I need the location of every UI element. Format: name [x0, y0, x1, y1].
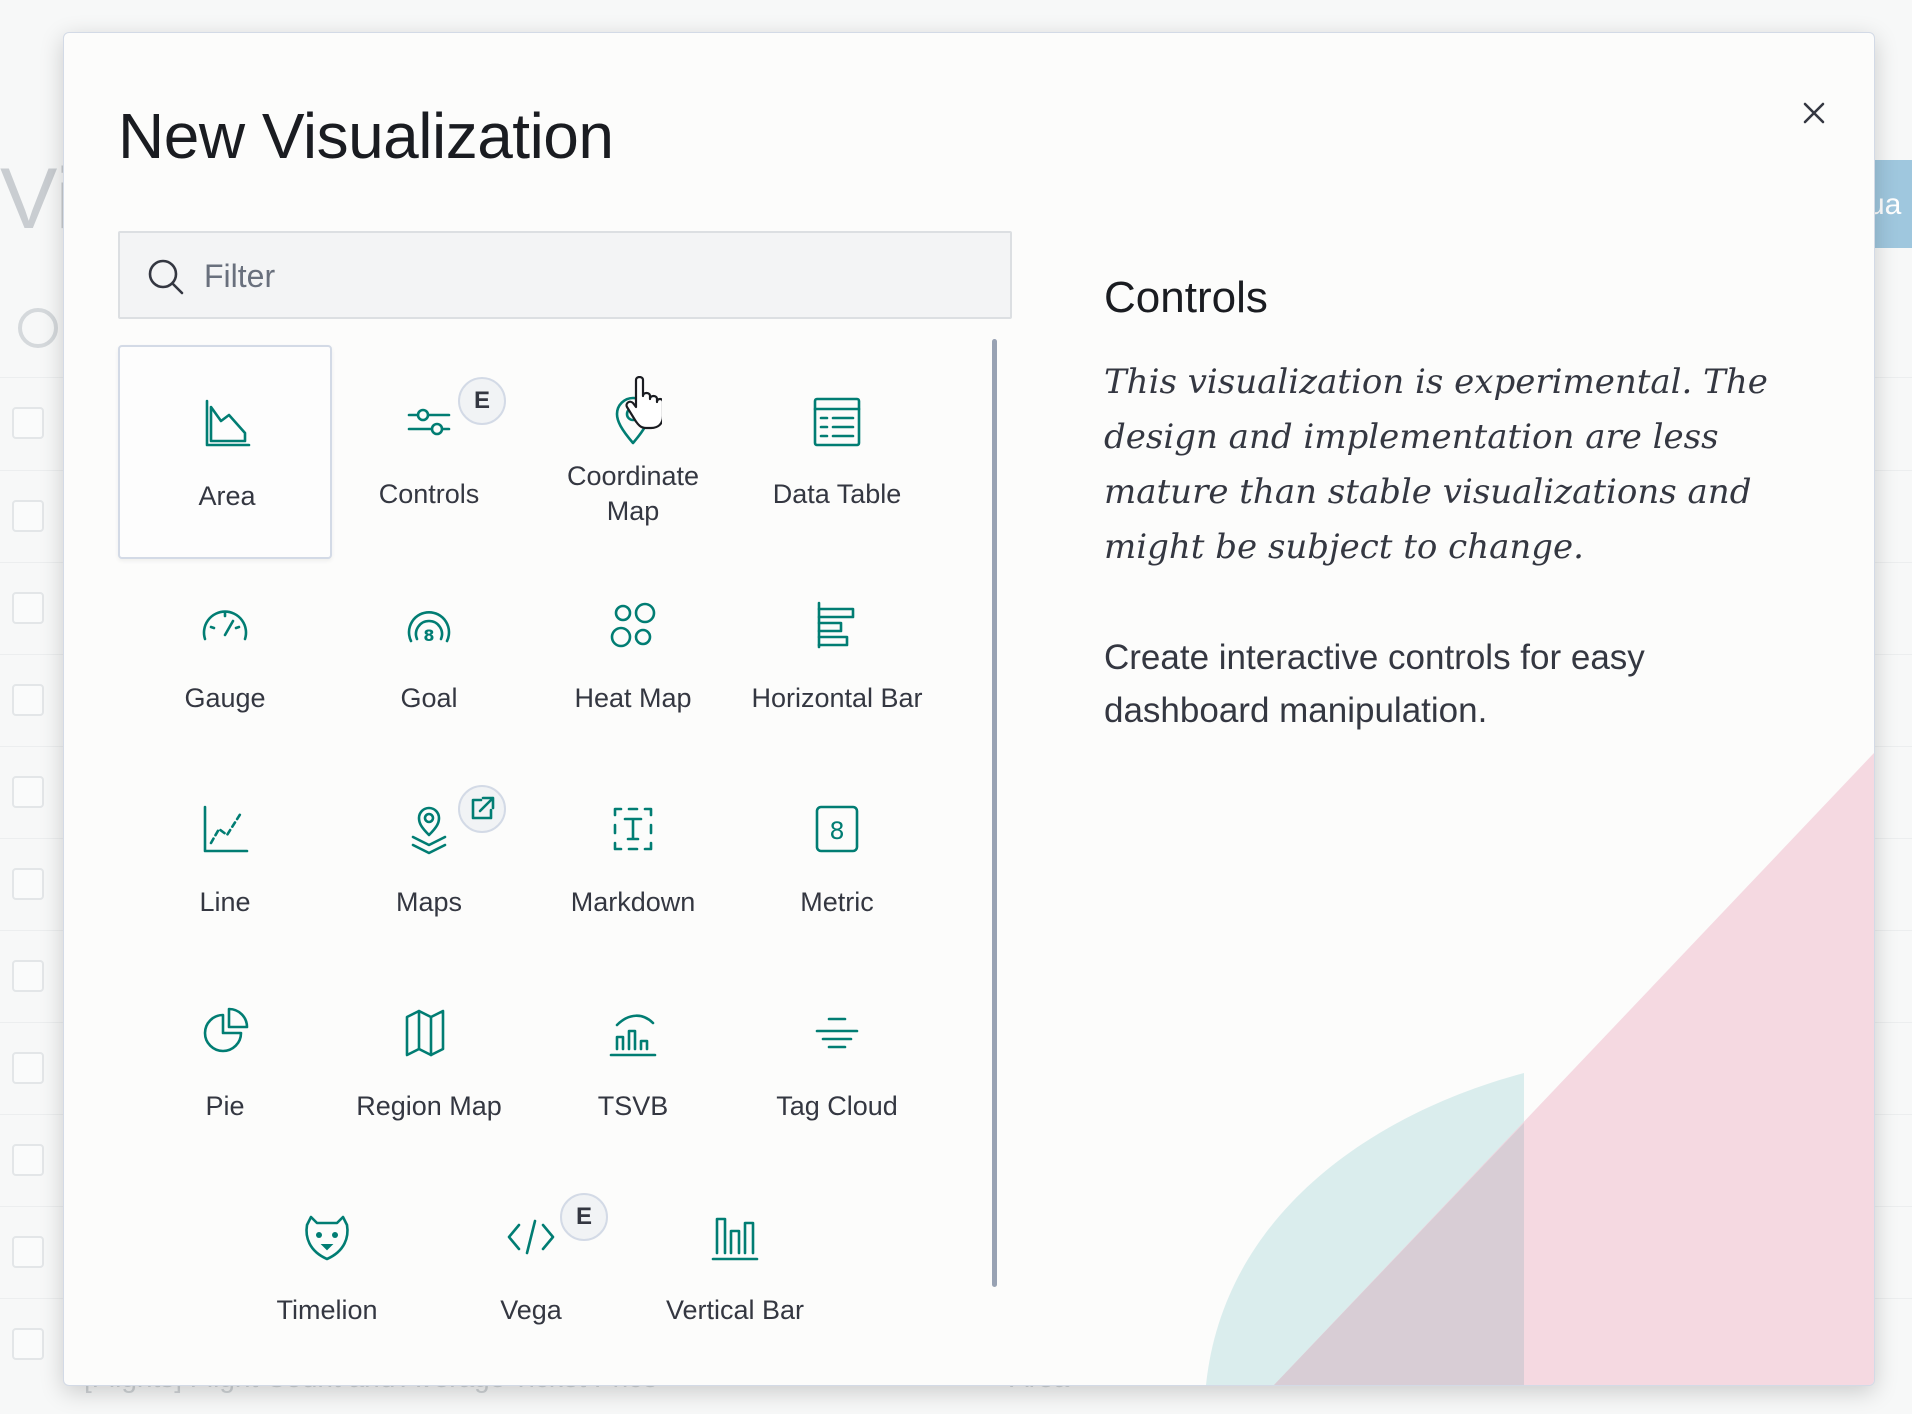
visualization-type-controls[interactable]: Controls E — [322, 345, 536, 559]
background-row-checkbox — [12, 776, 44, 808]
visualization-type-label: Goal — [400, 683, 458, 713]
visualization-type-tag-cloud[interactable]: Tag Cloud — [730, 957, 944, 1171]
visualization-type-timelion[interactable]: Timelion — [220, 1161, 434, 1375]
tag-cloud-icon — [807, 1003, 867, 1063]
area-chart-icon — [197, 393, 257, 453]
visualization-type-pie[interactable]: Pie — [118, 957, 332, 1171]
background-row-checkbox — [12, 407, 44, 439]
background-row-checkbox — [12, 868, 44, 900]
search-icon — [148, 259, 184, 295]
visualization-type-vertical-bar[interactable]: Vertical Bar — [628, 1161, 842, 1375]
visualization-type-label: Metric — [800, 887, 874, 917]
visualization-type-heat-map[interactable]: Heat Map — [526, 549, 740, 763]
visualization-type-vega[interactable]: Vega E — [424, 1161, 638, 1375]
vertical-bar-icon — [705, 1207, 765, 1267]
region-map-icon — [399, 1003, 459, 1063]
visualization-type-label: Maps — [395, 887, 463, 917]
close-button[interactable] — [1784, 83, 1844, 143]
filter-field[interactable] — [118, 231, 1012, 319]
background-row-checkbox — [12, 684, 44, 716]
gauge-icon — [195, 595, 255, 655]
vega-icon — [501, 1207, 561, 1267]
hand-pointer-cursor-icon — [625, 376, 662, 430]
background-search-icon — [18, 308, 58, 348]
visualization-type-label: Pie — [205, 1091, 245, 1121]
close-icon — [1803, 102, 1825, 124]
experimental-badge: E — [458, 377, 506, 425]
visualization-type-label: Timelion — [276, 1295, 378, 1325]
visualization-type-label: Markdown — [570, 887, 696, 917]
controls-icon — [399, 391, 459, 451]
visualization-type-markdown[interactable]: Markdown — [526, 753, 740, 967]
visualization-type-label: Horizontal Bar — [751, 683, 923, 713]
external-link-icon — [458, 785, 506, 833]
background-row-checkbox — [12, 1328, 44, 1360]
visualization-type-label: Area — [198, 481, 256, 511]
table-icon — [807, 391, 867, 451]
visualization-type-metric[interactable]: 8 Metric — [730, 753, 944, 967]
visualization-type-label: TSVB — [597, 1091, 669, 1121]
visualization-type-tsvb[interactable]: TSVB — [526, 957, 740, 1171]
visualization-type-region-map[interactable]: Region Map — [322, 957, 536, 1171]
visualization-description: Create interactive controls for easy das… — [1104, 638, 1645, 730]
background-row-checkbox — [12, 1144, 44, 1176]
markdown-icon — [603, 799, 663, 859]
visualization-type-maps[interactable]: Maps — [322, 753, 536, 967]
visualization-type-label: Vega — [500, 1295, 562, 1325]
visualization-type-horizontal-bar[interactable]: Horizontal Bar — [730, 549, 944, 763]
visualization-type-goal[interactable]: 8 Goal — [322, 549, 536, 763]
background-row-checkbox — [12, 960, 44, 992]
visualization-type-data-table[interactable]: Data Table — [730, 345, 944, 559]
type-list-scrollbar[interactable] — [992, 339, 997, 1287]
background-row-checkbox — [12, 1236, 44, 1268]
tsvb-icon — [603, 1003, 663, 1063]
horizontal-bar-icon — [807, 595, 867, 655]
background-row-checkbox — [12, 500, 44, 532]
background-row-checkbox — [12, 592, 44, 624]
line-chart-icon — [195, 799, 255, 859]
visualization-type-gauge[interactable]: Gauge — [118, 549, 332, 763]
goal-icon: 8 — [399, 595, 459, 655]
metric-icon: 8 — [807, 799, 867, 859]
filter-input[interactable] — [202, 233, 996, 319]
visualization-type-label: Heat Map — [574, 683, 692, 713]
pie-chart-icon — [195, 1003, 255, 1063]
maps-icon — [399, 799, 459, 859]
visualization-type-label: Coordinate Map — [566, 461, 700, 526]
visualization-type-label: Tag Cloud — [776, 1091, 898, 1121]
visualization-type-label: Gauge — [184, 683, 266, 713]
heatmap-icon — [603, 595, 663, 655]
background-row-checkbox — [12, 1052, 44, 1084]
visualization-type-label: Region Map — [356, 1091, 502, 1121]
visualization-type-label: Data Table — [772, 479, 902, 509]
visualization-type-label: Controls — [378, 479, 480, 509]
visualization-type-label: Line — [199, 887, 251, 917]
new-visualization-modal: New Visualization Area Controls E Coordinat… — [63, 32, 1875, 1386]
svg-text:8: 8 — [829, 817, 844, 845]
visualization-type-line[interactable]: Line — [118, 753, 332, 967]
experimental-badge: E — [560, 1193, 608, 1241]
visualization-type-label: Vertical Bar — [665, 1295, 805, 1325]
visualization-type-area[interactable]: Area — [118, 345, 332, 559]
experimental-notice: This visualization is experimental. The … — [1104, 362, 1768, 567]
modal-title: New Visualization — [118, 100, 614, 172]
details-title: Controls — [1104, 273, 1268, 322]
timelion-icon — [297, 1207, 357, 1267]
svg-text:8: 8 — [423, 626, 434, 645]
